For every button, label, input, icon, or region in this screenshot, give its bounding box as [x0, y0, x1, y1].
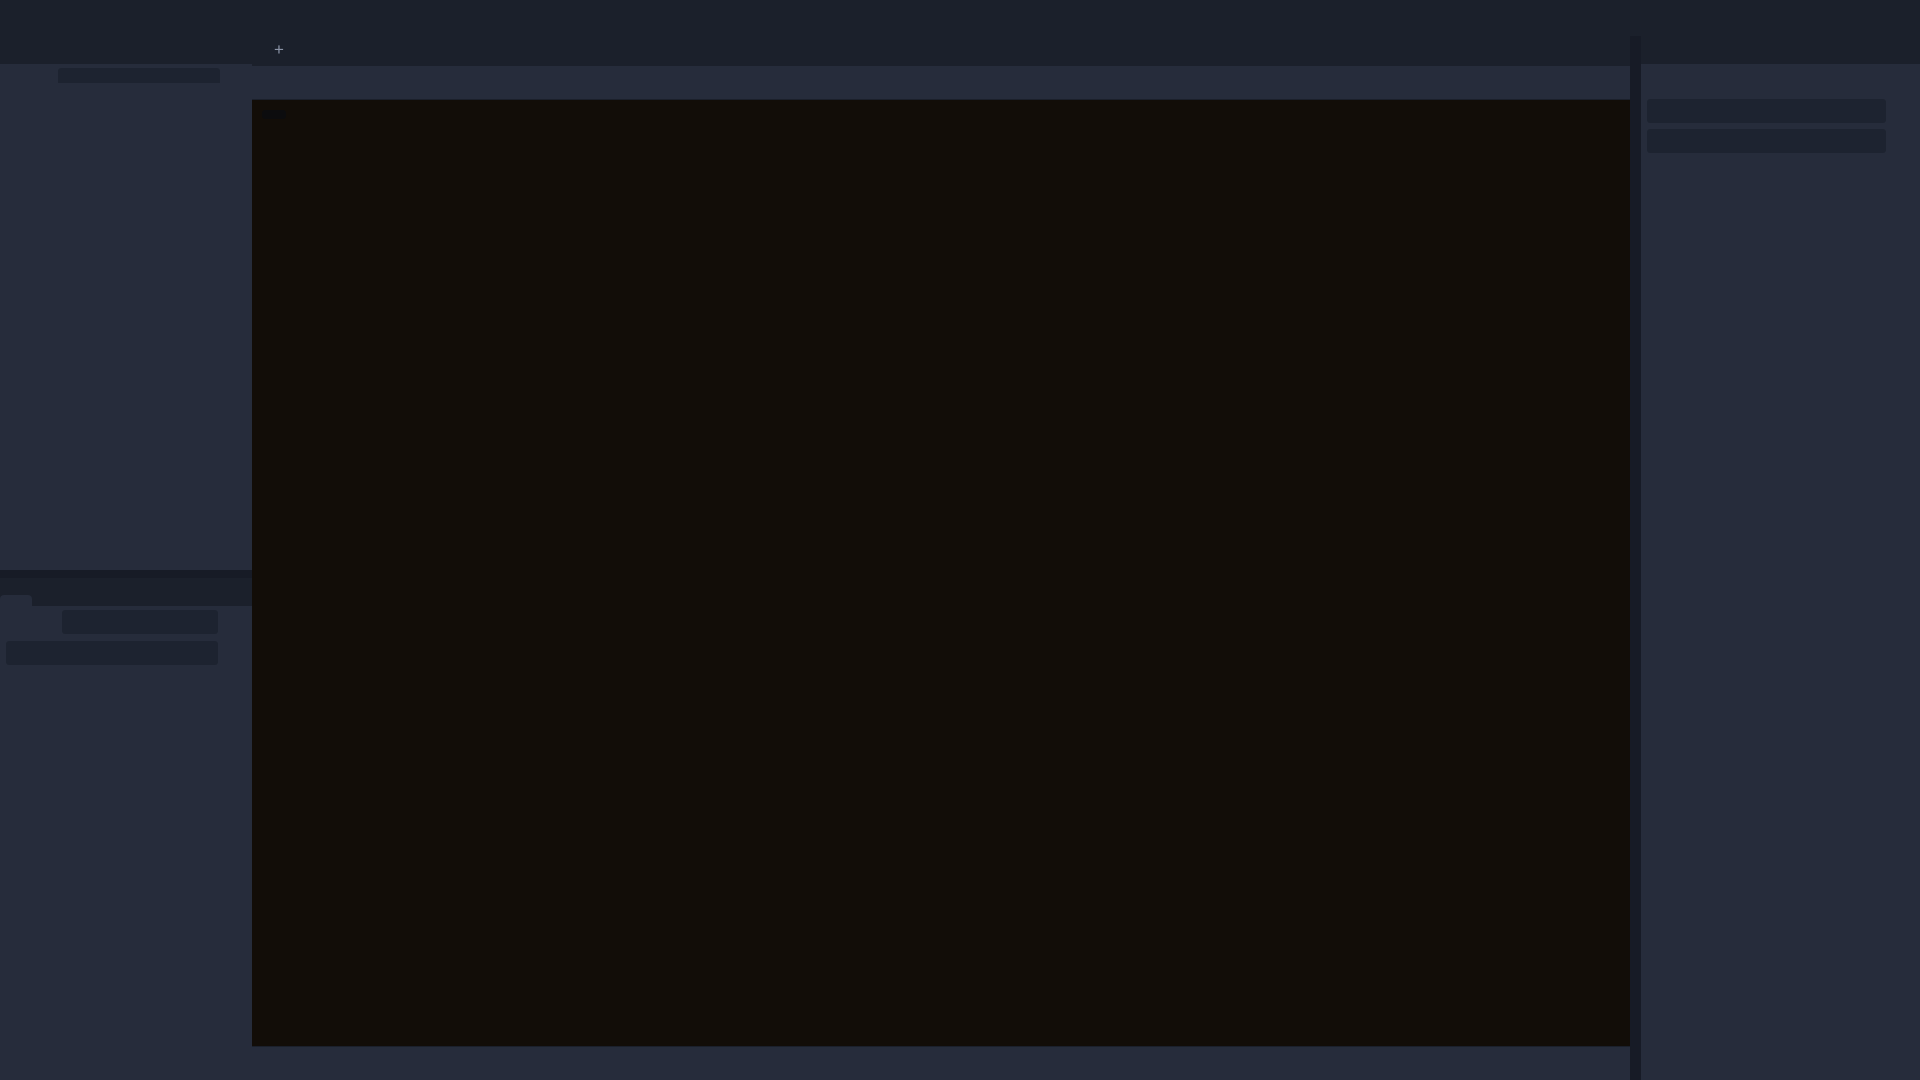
- inspector-properties: [1641, 156, 1920, 1080]
- dock-grip-icon: [252, 60, 264, 66]
- load-resource-button[interactable]: [1673, 68, 1697, 92]
- menu-bar: [0, 0, 1920, 36]
- current-path: [62, 610, 218, 634]
- filesystem-tree: [0, 668, 252, 1080]
- history-back-button[interactable]: [1838, 68, 1862, 92]
- spatial-toolbar: [252, 66, 1630, 100]
- left-dock: [0, 36, 252, 1080]
- scene-tree: [0, 83, 252, 570]
- new-resource-button[interactable]: [1647, 68, 1671, 92]
- inspector-tools-button[interactable]: [1890, 129, 1914, 153]
- filesystem-dock: [0, 578, 252, 1080]
- history-forward-button[interactable]: [34, 610, 58, 634]
- open-docs-button[interactable]: [1890, 99, 1914, 123]
- scene-dock-tabs: [0, 36, 252, 64]
- play-scene-button[interactable]: [1786, 6, 1810, 30]
- pause-button[interactable]: [1706, 6, 1730, 30]
- edited-node-row: [1641, 96, 1920, 126]
- main-editor-area: +: [252, 36, 1630, 1080]
- inspector-toolbar: [1641, 64, 1920, 96]
- godot-editor-window: +: [0, 0, 1920, 1080]
- save-resource-button[interactable]: [1699, 68, 1723, 92]
- node-selector[interactable]: [1647, 99, 1886, 123]
- play-custom-scene-button[interactable]: [1826, 6, 1850, 30]
- scene-tab-bar: +: [252, 36, 1630, 66]
- filesystem-search-row: [0, 638, 252, 668]
- resource-menu-icon[interactable]: [1725, 68, 1749, 92]
- tab-filesystem[interactable]: [0, 595, 32, 606]
- search-files-input[interactable]: [6, 641, 218, 665]
- scene-render: [252, 100, 1630, 1046]
- toggle-split-mode-button[interactable]: [222, 610, 246, 634]
- inspector-dock-tabs: [1641, 36, 1920, 64]
- viewport-3d[interactable]: [252, 100, 1630, 1046]
- filter-properties-row: [1641, 126, 1920, 156]
- history-forward-button[interactable]: [1864, 68, 1888, 92]
- inspector-dock: [1641, 36, 1920, 1080]
- sort-files-button[interactable]: [222, 641, 246, 665]
- scene-dock: [0, 36, 252, 570]
- new-scene-tab-button[interactable]: +: [264, 40, 294, 66]
- history-back-button[interactable]: [6, 610, 30, 634]
- play-button[interactable]: [1666, 6, 1690, 30]
- filesystem-dock-tabs: [0, 578, 252, 606]
- playback-controls: [1666, 6, 1910, 30]
- filter-properties-input[interactable]: [1647, 129, 1886, 153]
- object-history-button[interactable]: [1890, 68, 1914, 92]
- perspective-button[interactable]: [262, 110, 286, 119]
- filesystem-nav: [0, 606, 252, 638]
- stop-button[interactable]: [1746, 6, 1770, 30]
- update-spinner-icon: [1886, 6, 1910, 30]
- bottom-panel-bar: [252, 1046, 1630, 1080]
